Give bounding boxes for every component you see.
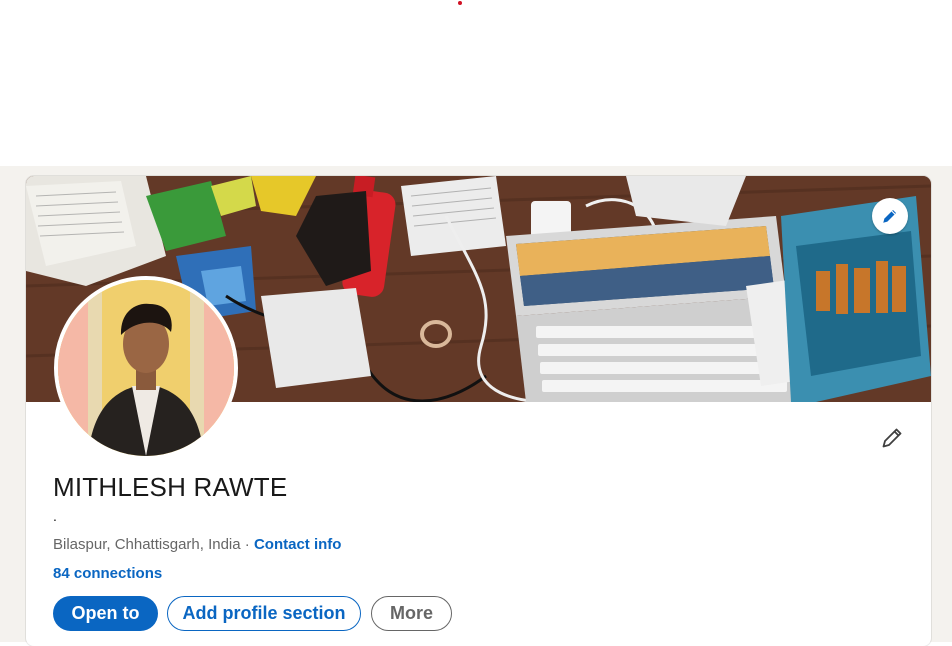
more-button[interactable]: More — [371, 596, 452, 631]
edit-intro-button[interactable] — [878, 424, 906, 452]
open-to-button[interactable]: Open to — [53, 596, 158, 631]
profile-name: MITHLESH RAWTE — [53, 472, 288, 502]
profile-photo[interactable] — [54, 276, 238, 460]
pencil-icon — [882, 428, 902, 448]
connections-link[interactable]: 84 connections — [53, 565, 162, 582]
location-separator: · — [240, 536, 254, 553]
edit-banner-button[interactable] — [872, 198, 908, 234]
pencil-icon — [883, 210, 896, 223]
top-navigation-area — [0, 0, 952, 166]
profile-intro-card: MITHLESH RAWTE . Bilaspur, Chhattisgarh,… — [26, 176, 931, 646]
contact-info-link[interactable]: Contact info — [254, 536, 342, 553]
location-line: Bilaspur, Chhattisgarh, India · Contact … — [53, 536, 341, 553]
notification-dot — [458, 1, 462, 5]
profile-headline: . — [53, 508, 57, 524]
location-text: Bilaspur, Chhattisgarh, India — [53, 536, 241, 553]
add-profile-section-button[interactable]: Add profile section — [167, 596, 361, 631]
